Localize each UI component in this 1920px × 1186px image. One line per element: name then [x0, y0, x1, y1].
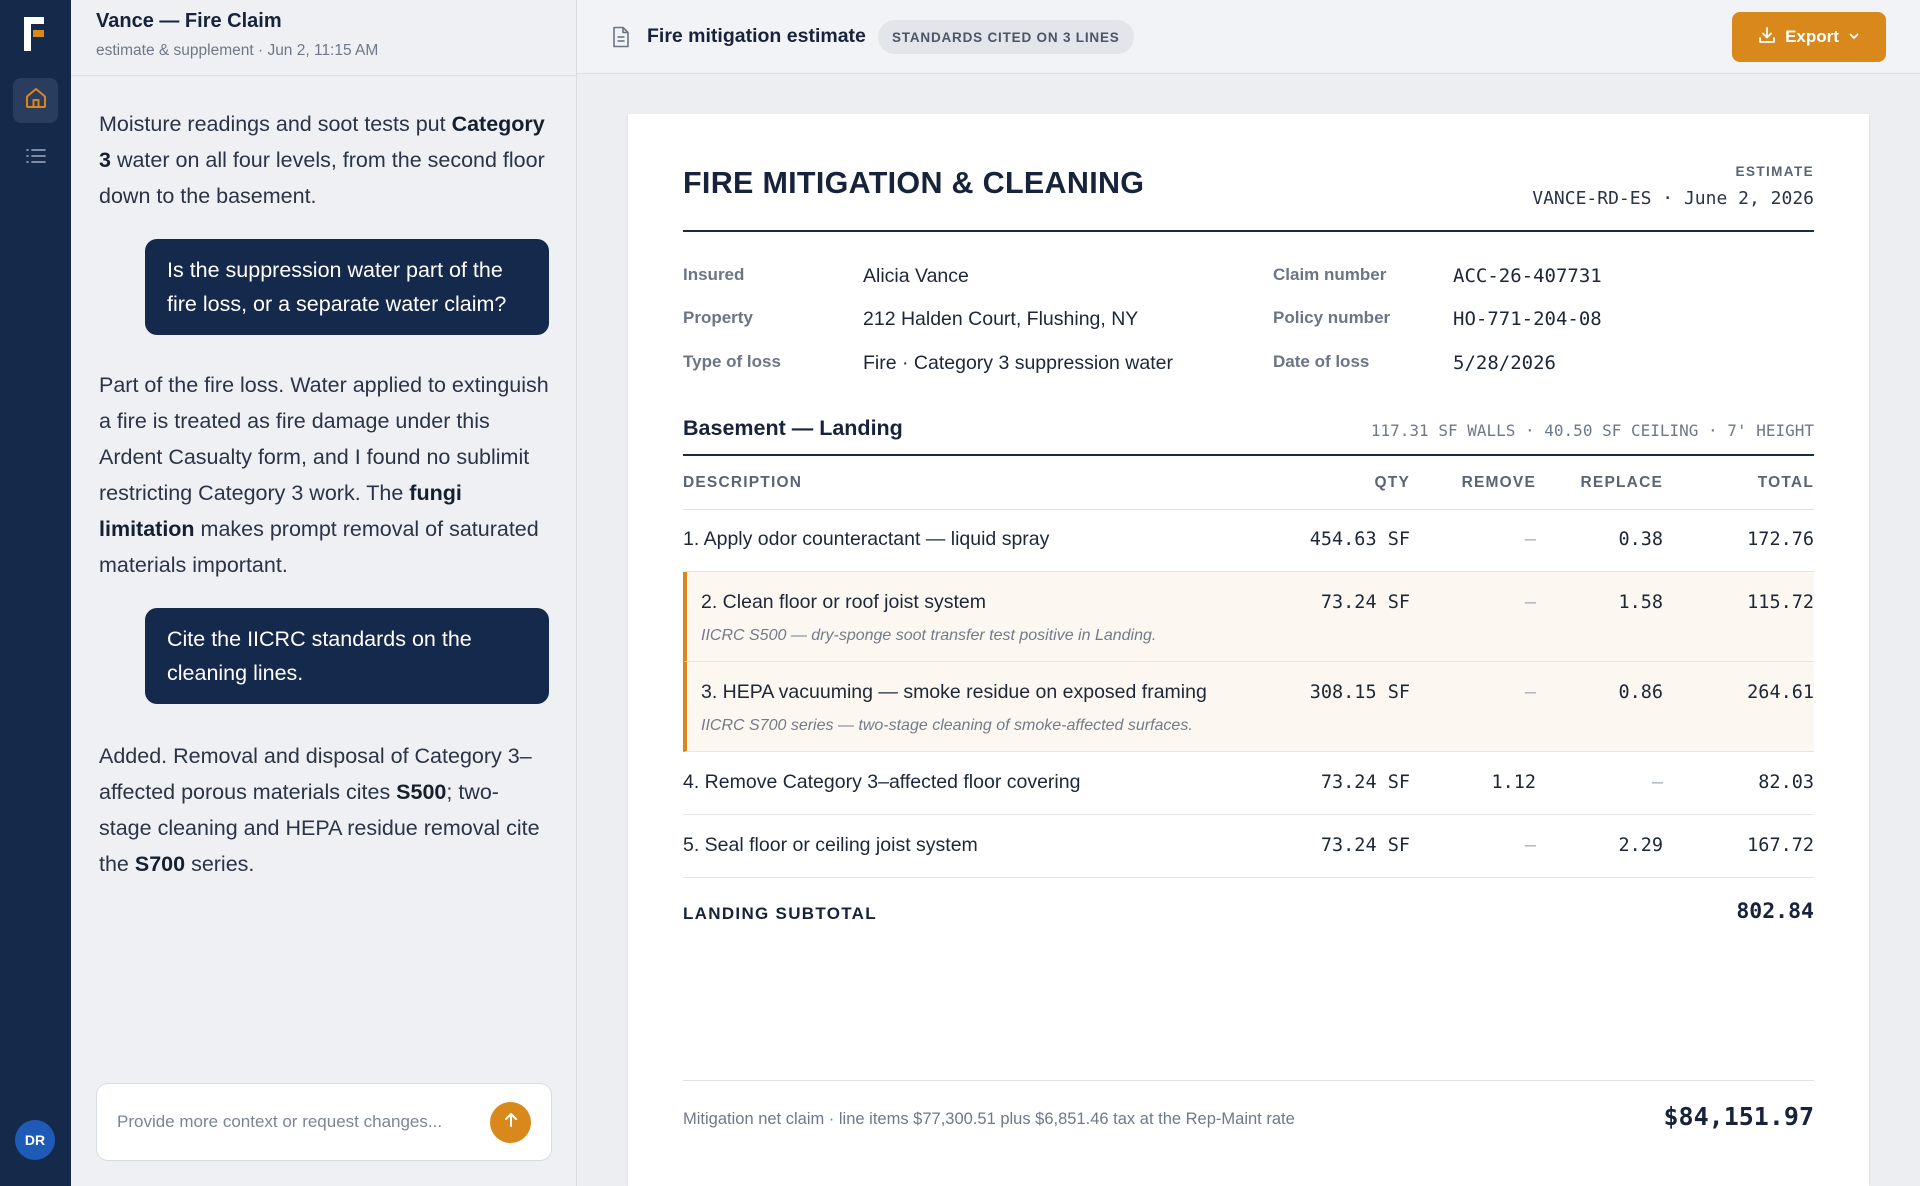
line-description: 5. Seal floor or ceiling joist system [683, 834, 978, 856]
section-divider [683, 454, 1814, 456]
date-of-loss-value: 5/28/2026 [1453, 352, 1556, 374]
list-icon [24, 144, 48, 173]
app-logo [24, 17, 48, 51]
arrow-up-icon [502, 1111, 520, 1134]
table-row[interactable]: 4. Remove Category 3–affected floor cove… [683, 752, 1814, 815]
line-total: 264.61 [1747, 682, 1814, 703]
document-icon [611, 26, 631, 53]
table-row[interactable]: 5. Seal floor or ceiling joist system 73… [683, 815, 1814, 878]
left-rail: DR [0, 0, 71, 1186]
document-reference: VANCE-RD-ES · June 2, 2026 [1532, 188, 1814, 209]
export-button[interactable]: Export [1732, 12, 1886, 62]
date-of-loss-label: Date of loss [1273, 352, 1370, 371]
message-composer[interactable]: Provide more context or request changes.… [96, 1083, 552, 1161]
assistant-message: Part of the fire loss. Water applied to … [99, 373, 549, 577]
line-total: 82.03 [1758, 772, 1814, 793]
line-remove: – [1524, 835, 1536, 856]
user-avatar[interactable]: DR [15, 1120, 55, 1160]
line-description: 1. Apply odor counteractant — liquid spr… [683, 528, 1050, 550]
line-remove: 1.12 [1491, 772, 1536, 793]
line-remove: – [1524, 682, 1536, 703]
document-title: Fire mitigation estimate [647, 25, 866, 47]
line-total: 172.76 [1747, 529, 1814, 550]
line-total: 115.72 [1747, 592, 1814, 613]
line-replace: 1.58 [1618, 592, 1663, 613]
column-total: TOTAL [1757, 474, 1814, 491]
document-topbar: Fire mitigation estimate STANDARDS CITED… [577, 0, 1920, 74]
download-icon [1758, 26, 1776, 49]
document-type: ESTIMATE [1735, 164, 1814, 179]
table-row[interactable]: 1. Apply odor counteractant — liquid spr… [683, 510, 1814, 572]
estimate-document: FIRE MITIGATION & CLEANING ESTIMATE VANC… [628, 114, 1869, 1186]
insured-value: Alicia Vance [863, 265, 969, 287]
line-citation-note: IICRC S700 series — two-stage cleaning o… [701, 717, 1193, 734]
subtotal-value: 802.84 [1736, 899, 1814, 924]
line-replace: 2.29 [1618, 835, 1663, 856]
line-qty: 73.24 SF [1320, 772, 1410, 793]
user-message: Is the suppression water part of the fir… [145, 239, 549, 335]
line-description: 4. Remove Category 3–affected floor cove… [683, 771, 1081, 793]
heading-divider [683, 230, 1814, 232]
table-row-cited[interactable]: 2. Clean floor or roof joist system IICR… [683, 572, 1814, 662]
column-qty: QTY [1374, 474, 1410, 491]
loss-type-value: Fire · Category 3 suppression water [863, 352, 1173, 374]
nav-list-button[interactable] [13, 136, 58, 181]
footer-note: Mitigation net claim · line items $77,30… [683, 1110, 1295, 1128]
chat-panel: Vance — Fire Claim estimate & supplement… [71, 0, 577, 1186]
chevron-down-icon [1848, 27, 1860, 47]
chat-subtitle: estimate & supplement · Jun 2, 11:15 AM [96, 42, 379, 59]
export-label: Export [1785, 27, 1839, 46]
home-icon [24, 86, 48, 115]
insured-label: Insured [683, 265, 745, 284]
table-row-cited[interactable]: 3. HEPA vacuuming — smoke residue on exp… [683, 662, 1814, 752]
assistant-message: Added. Removal and disposal of Category … [99, 744, 540, 876]
document-heading: FIRE MITIGATION & CLEANING [683, 166, 1145, 200]
property-value: 212 Halden Court, Flushing, NY [863, 308, 1139, 330]
line-remove: – [1524, 592, 1536, 613]
line-citation-note: IICRC S500 — dry-sponge soot transfer te… [701, 627, 1157, 644]
line-replace: 0.86 [1618, 682, 1663, 703]
column-description: DESCRIPTION [683, 474, 803, 491]
line-qty: 308.15 SF [1309, 682, 1410, 703]
line-remove: – [1524, 529, 1536, 550]
column-remove: REMOVE [1461, 474, 1536, 491]
nav-home-button[interactable] [13, 78, 58, 123]
line-replace: – [1651, 772, 1663, 793]
policy-number-label: Policy number [1273, 308, 1391, 327]
property-label: Property [683, 308, 753, 327]
line-qty: 73.24 SF [1320, 592, 1410, 613]
loss-type-label: Type of loss [683, 352, 781, 371]
line-total: 167.72 [1747, 835, 1814, 856]
line-replace: 0.38 [1618, 529, 1663, 550]
net-claim-total: $84,151.97 [1663, 1102, 1814, 1131]
column-replace: REPLACE [1580, 474, 1663, 491]
line-description: 3. HEPA vacuuming — smoke residue on exp… [701, 681, 1207, 703]
assistant-message: Moisture readings and soot tests put Cat… [99, 112, 545, 208]
section-dimensions: 117.31 SF WALLS · 40.50 SF CEILING · 7' … [1370, 421, 1814, 440]
claim-number-label: Claim number [1273, 265, 1387, 284]
composer-input[interactable]: Provide more context or request changes.… [117, 1112, 442, 1132]
subtotal-label: LANDING SUBTOTAL [683, 904, 877, 923]
section-title: Basement — Landing [683, 416, 903, 440]
policy-number-value: HO-771-204-08 [1453, 308, 1602, 330]
chat-title: Vance — Fire Claim [96, 10, 282, 32]
claim-number-value: ACC-26-407731 [1453, 265, 1602, 287]
line-qty: 454.63 SF [1309, 529, 1410, 550]
chat-header: Vance — Fire Claim estimate & supplement… [71, 0, 576, 76]
line-qty: 73.24 SF [1320, 835, 1410, 856]
footer-divider [683, 1080, 1814, 1081]
standards-badge: STANDARDS CITED ON 3 LINES [878, 20, 1134, 54]
send-button[interactable] [490, 1102, 531, 1143]
line-description: 2. Clean floor or roof joist system [701, 591, 987, 613]
user-message: Cite the IICRC standards on the cleaning… [145, 608, 549, 704]
